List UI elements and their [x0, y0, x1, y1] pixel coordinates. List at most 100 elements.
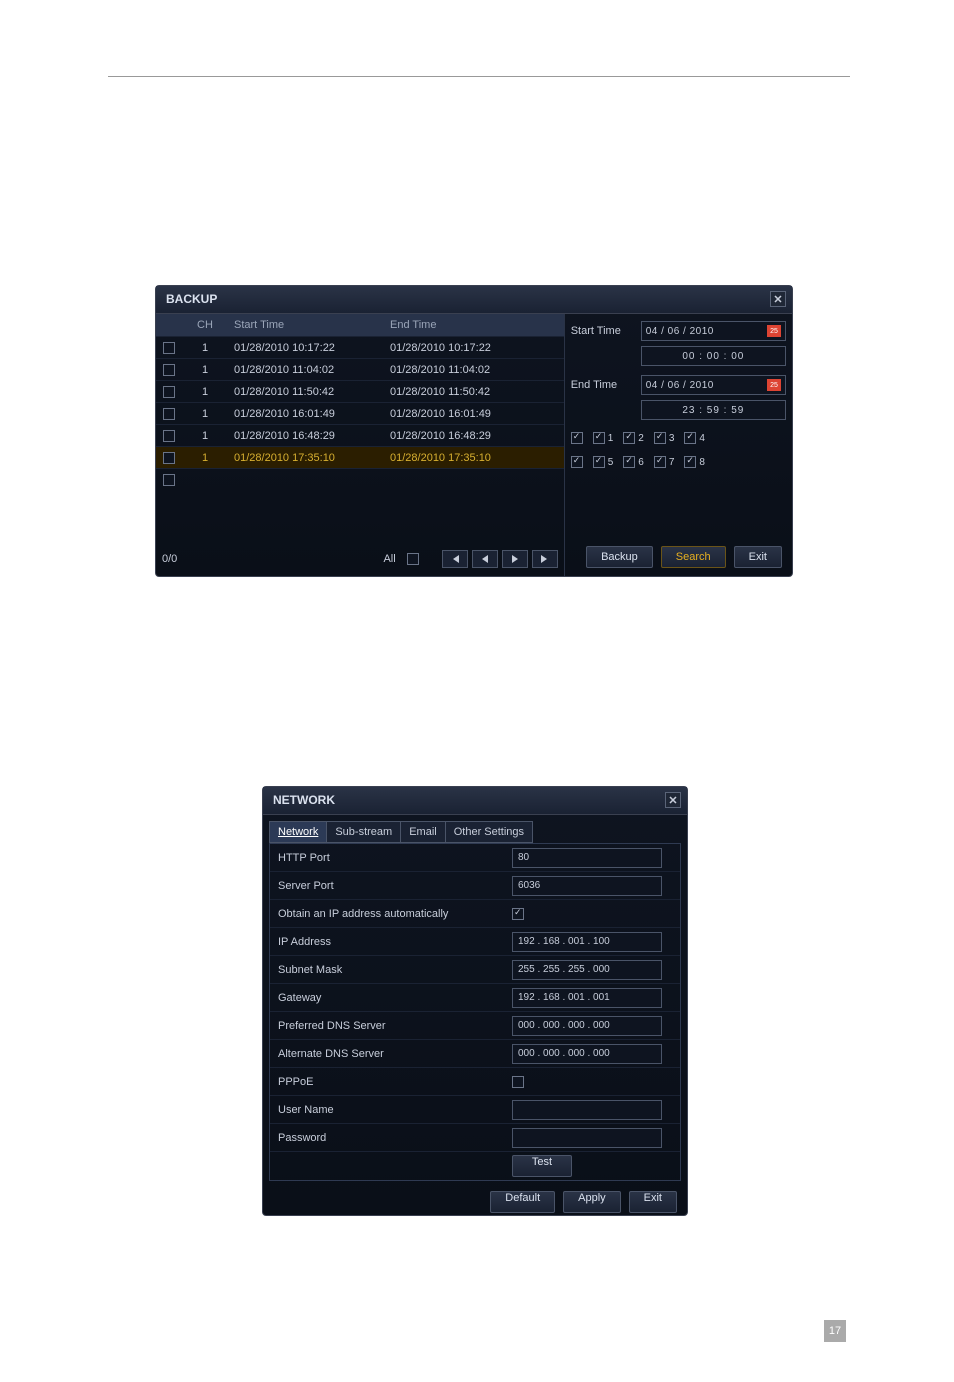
- default-button[interactable]: Default: [490, 1191, 555, 1213]
- table-row[interactable]: 101/28/2010 11:50:4201/28/2010 11:50:42: [156, 380, 564, 402]
- backup-button[interactable]: Backup: [586, 546, 653, 568]
- cell-end: 01/28/2010 16:48:29: [384, 430, 540, 442]
- pdns-label: Preferred DNS Server: [270, 1020, 506, 1032]
- network-title: NETWORK: [273, 793, 335, 807]
- channel-label: 6: [638, 457, 644, 468]
- tab-network[interactable]: Network: [269, 821, 327, 843]
- channel-item[interactable]: 4: [684, 432, 705, 444]
- cell-start: 01/28/2010 16:48:29: [228, 430, 384, 442]
- page-count: 0/0: [162, 553, 177, 565]
- row-checkbox[interactable]: [163, 430, 175, 442]
- subnet-label: Subnet Mask: [270, 964, 506, 976]
- server-port-input[interactable]: 6036: [512, 876, 662, 896]
- cell-ch: 1: [182, 408, 228, 420]
- all-checkbox[interactable]: [407, 553, 419, 565]
- ip-input[interactable]: 192 . 168 . 001 . 100: [512, 932, 662, 952]
- prev-page-button[interactable]: [472, 550, 498, 568]
- channel-item[interactable]: 5: [593, 456, 614, 468]
- table-row[interactable]: 101/28/2010 17:35:1001/28/2010 17:35:10: [156, 446, 564, 468]
- auto-ip-checkbox[interactable]: [512, 908, 524, 920]
- cell-ch: 1: [182, 386, 228, 398]
- tab-other-settings[interactable]: Other Settings: [445, 821, 533, 843]
- end-time-input[interactable]: 23 : 59 : 59: [641, 400, 786, 420]
- channel-label: 1: [608, 433, 614, 444]
- cell-start: 01/28/2010 11:50:42: [228, 386, 384, 398]
- network-form: HTTP Port80 Server Port6036 Obtain an IP…: [269, 843, 681, 1181]
- channel-item[interactable]: 2: [623, 432, 644, 444]
- channel-label: 4: [699, 433, 705, 444]
- search-button[interactable]: Search: [661, 546, 726, 568]
- table-row[interactable]: 101/28/2010 11:04:0201/28/2010 11:04:02: [156, 358, 564, 380]
- end-date-input[interactable]: 04 / 06 / 2010 25: [641, 375, 786, 395]
- apply-button[interactable]: Apply: [563, 1191, 621, 1213]
- channel-item[interactable]: 6: [623, 456, 644, 468]
- cell-start: 01/28/2010 16:01:49: [228, 408, 384, 420]
- start-time-input[interactable]: 00 : 00 : 00: [641, 346, 786, 366]
- gateway-input[interactable]: 192 . 168 . 001 . 001: [512, 988, 662, 1008]
- all-label: All: [383, 553, 395, 565]
- pager: 0/0 All: [162, 548, 558, 570]
- exit-button[interactable]: Exit: [629, 1191, 677, 1213]
- channel-item[interactable]: 7: [654, 456, 675, 468]
- close-icon[interactable]: ✕: [770, 291, 786, 307]
- cell-ch: 1: [182, 430, 228, 442]
- channel-checkbox[interactable]: [654, 432, 666, 444]
- close-icon[interactable]: ✕: [665, 792, 681, 808]
- tab-sub-stream[interactable]: Sub-stream: [326, 821, 401, 843]
- next-page-button[interactable]: [502, 550, 528, 568]
- row-checkbox[interactable]: [163, 408, 175, 420]
- table-row[interactable]: 101/28/2010 16:48:2901/28/2010 16:48:29: [156, 424, 564, 446]
- table-row[interactable]: 101/28/2010 10:17:2201/28/2010 10:17:22: [156, 336, 564, 358]
- channel-checkbox[interactable]: [593, 456, 605, 468]
- calendar-icon[interactable]: 25: [767, 379, 781, 391]
- exit-button[interactable]: Exit: [734, 546, 782, 568]
- start-date-input[interactable]: 04 / 06 / 2010 25: [641, 321, 786, 341]
- network-window: NETWORK ✕ NetworkSub-streamEmailOther Se…: [262, 786, 688, 1216]
- table-row[interactable]: 101/28/2010 16:01:4901/28/2010 16:01:49: [156, 402, 564, 424]
- row-checkbox[interactable]: [163, 474, 175, 486]
- start-time-label: Start Time: [571, 325, 641, 337]
- row-checkbox[interactable]: [163, 452, 175, 464]
- select-all-channels-checkbox[interactable]: [571, 432, 583, 444]
- auto-ip-label: Obtain an IP address automatically: [270, 908, 506, 920]
- tab-email[interactable]: Email: [400, 821, 446, 843]
- end-time-label: End Time: [571, 379, 641, 391]
- channel-checkbox[interactable]: [623, 456, 635, 468]
- channel-item[interactable]: 8: [684, 456, 705, 468]
- pppoe-checkbox[interactable]: [512, 1076, 524, 1088]
- first-page-button[interactable]: [442, 550, 468, 568]
- table-row: [156, 468, 564, 490]
- cell-end: 01/28/2010 16:01:49: [384, 408, 540, 420]
- calendar-icon[interactable]: 25: [767, 325, 781, 337]
- channel-item[interactable]: 3: [654, 432, 675, 444]
- channel-label: 5: [608, 457, 614, 468]
- channel-checkbox[interactable]: [684, 432, 696, 444]
- user-label: User Name: [270, 1104, 506, 1116]
- cell-ch: 1: [182, 342, 228, 354]
- row-checkbox[interactable]: [163, 364, 175, 376]
- select-all-channels-checkbox-2[interactable]: [571, 456, 583, 468]
- cell-end: 01/28/2010 10:17:22: [384, 342, 540, 354]
- http-port-input[interactable]: 80: [512, 848, 662, 868]
- channel-checkbox[interactable]: [593, 432, 605, 444]
- channel-item[interactable]: 1: [593, 432, 614, 444]
- cell-end: 01/28/2010 11:50:42: [384, 386, 540, 398]
- last-page-button[interactable]: [532, 550, 558, 568]
- channel-checkbox[interactable]: [654, 456, 666, 468]
- page-number: 17: [824, 1320, 846, 1342]
- search-panel: Start Time 04 / 06 / 2010 25 00 : 00 : 0…: [565, 314, 792, 576]
- pass-input[interactable]: [512, 1128, 662, 1148]
- adns-input[interactable]: 000 . 000 . 000 . 000: [512, 1044, 662, 1064]
- channel-label: 8: [699, 457, 705, 468]
- channel-label: 7: [669, 457, 675, 468]
- channel-checkbox[interactable]: [623, 432, 635, 444]
- row-checkbox[interactable]: [163, 342, 175, 354]
- user-input[interactable]: [512, 1100, 662, 1120]
- pdns-input[interactable]: 000 . 000 . 000 . 000: [512, 1016, 662, 1036]
- channel-checkbox[interactable]: [684, 456, 696, 468]
- row-checkbox[interactable]: [163, 386, 175, 398]
- cell-start: 01/28/2010 11:04:02: [228, 364, 384, 376]
- subnet-input[interactable]: 255 . 255 . 255 . 000: [512, 960, 662, 980]
- test-button[interactable]: Test: [512, 1155, 572, 1177]
- network-titlebar: NETWORK ✕: [263, 787, 687, 815]
